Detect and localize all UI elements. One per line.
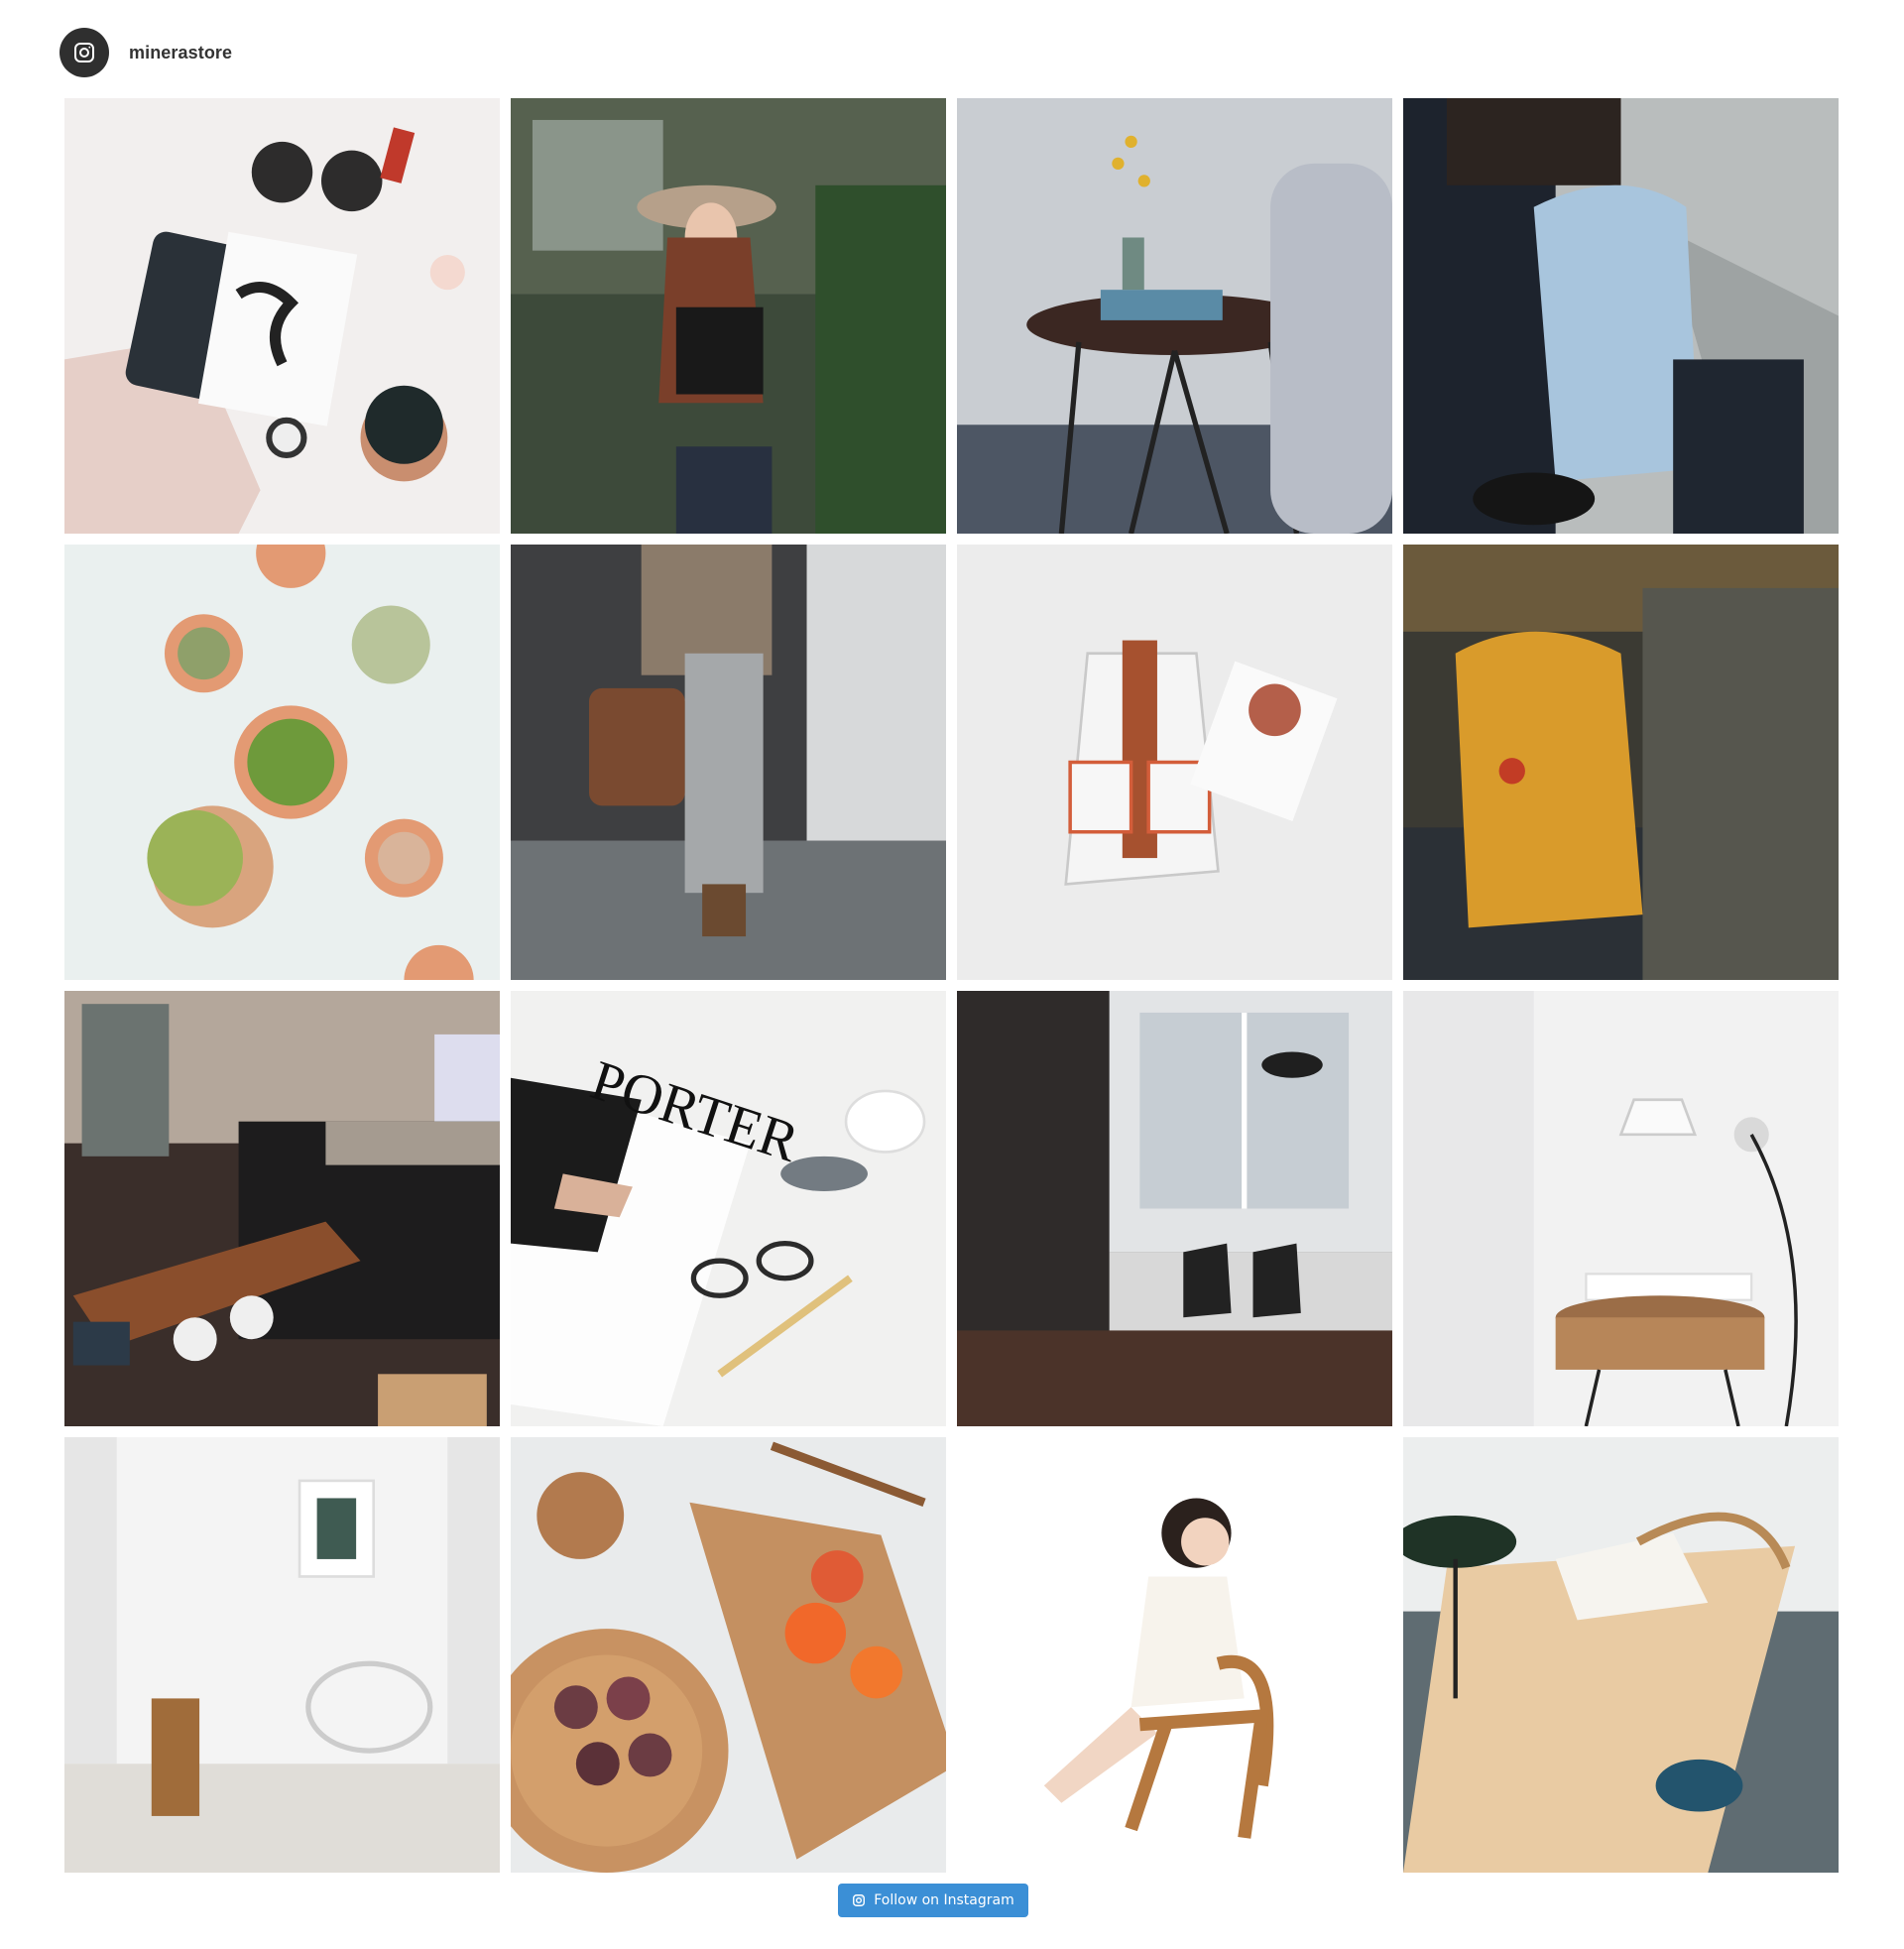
feed-photo-leather-backpack[interactable] <box>511 545 946 980</box>
feed-photo-dining-nook[interactable] <box>957 991 1392 1426</box>
feed-photo-flatlay[interactable] <box>64 98 500 534</box>
profile-header: minerastore <box>60 28 232 77</box>
feed-photo-side-table[interactable] <box>957 98 1392 534</box>
instagram-feed-grid: PORTER <box>64 98 1840 1873</box>
feed-photo-wooden-desk[interactable] <box>1403 1437 1839 1873</box>
feed-photo-yellow-backpack[interactable] <box>1403 545 1839 980</box>
instagram-icon <box>74 43 94 62</box>
feed-photo-magazine-desk[interactable]: PORTER <box>511 991 946 1426</box>
feed-photo-succulents[interactable] <box>64 545 500 980</box>
feed-photo-child-chair[interactable] <box>957 1437 1392 1873</box>
feed-photo-printed-backpack[interactable] <box>957 545 1392 980</box>
feed-photo-denim-jacket[interactable] <box>1403 98 1839 534</box>
follow-section: Follow on Instagram <box>0 1884 1904 1917</box>
feed-photo-loft-kitchen[interactable] <box>64 991 500 1426</box>
profile-username[interactable]: minerastore <box>129 43 232 63</box>
feed-photo-greenhouse-woman[interactable] <box>511 98 946 534</box>
instagram-icon <box>853 1894 866 1906</box>
feed-photo-wall-lamp[interactable] <box>1403 991 1839 1426</box>
follow-on-instagram-button[interactable]: Follow on Instagram <box>838 1884 1028 1917</box>
feed-photo-white-room[interactable] <box>64 1437 500 1873</box>
follow-button-label: Follow on Instagram <box>874 1892 1014 1908</box>
feed-photo-cutting-board[interactable] <box>511 1437 946 1873</box>
profile-avatar[interactable] <box>60 28 109 77</box>
